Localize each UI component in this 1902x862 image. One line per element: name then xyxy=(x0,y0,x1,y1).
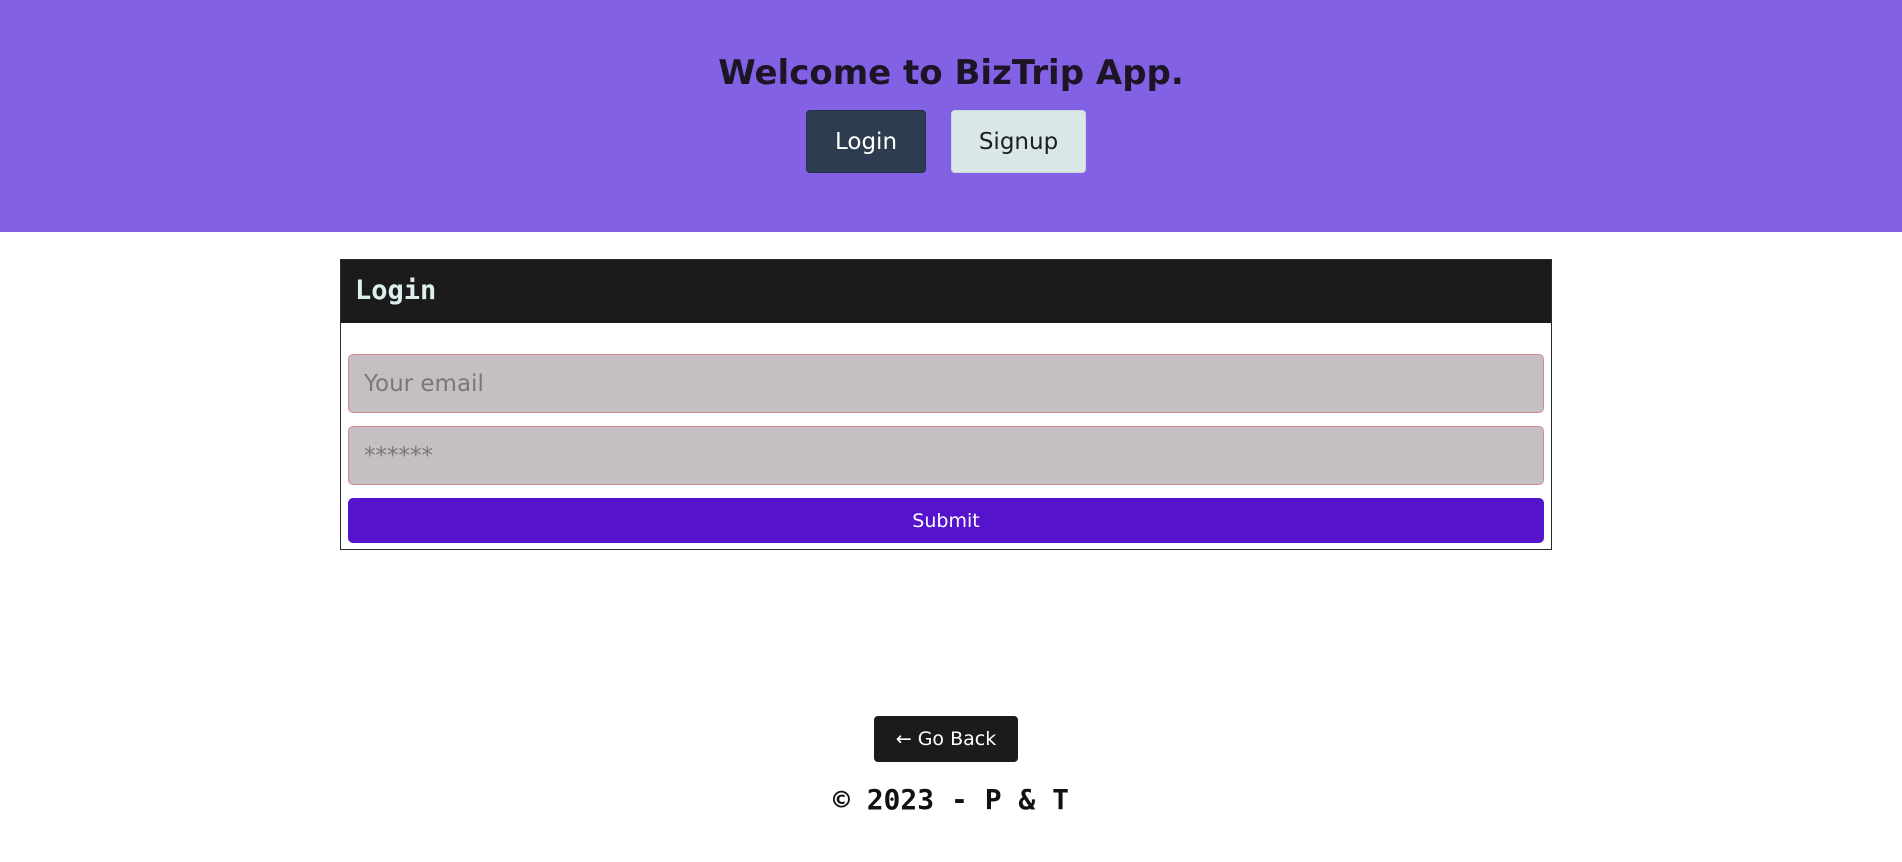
footer-copyright: © 2023 - P & T xyxy=(832,783,1069,816)
hero-banner: Welcome to BizTrip App. Login Signup xyxy=(0,0,1902,232)
page-title: Welcome to BizTrip App. xyxy=(718,53,1184,93)
go-back-button[interactable]: ← Go Back xyxy=(874,716,1018,762)
signup-button[interactable]: Signup xyxy=(951,110,1086,173)
login-card-title: Login xyxy=(355,275,437,306)
password-input[interactable] xyxy=(348,426,1544,485)
email-input[interactable] xyxy=(348,354,1544,413)
login-button[interactable]: Login xyxy=(806,110,926,173)
login-card-header: Login xyxy=(341,260,1551,323)
submit-button[interactable]: Submit xyxy=(348,498,1544,543)
login-card: Login Submit xyxy=(340,259,1552,550)
